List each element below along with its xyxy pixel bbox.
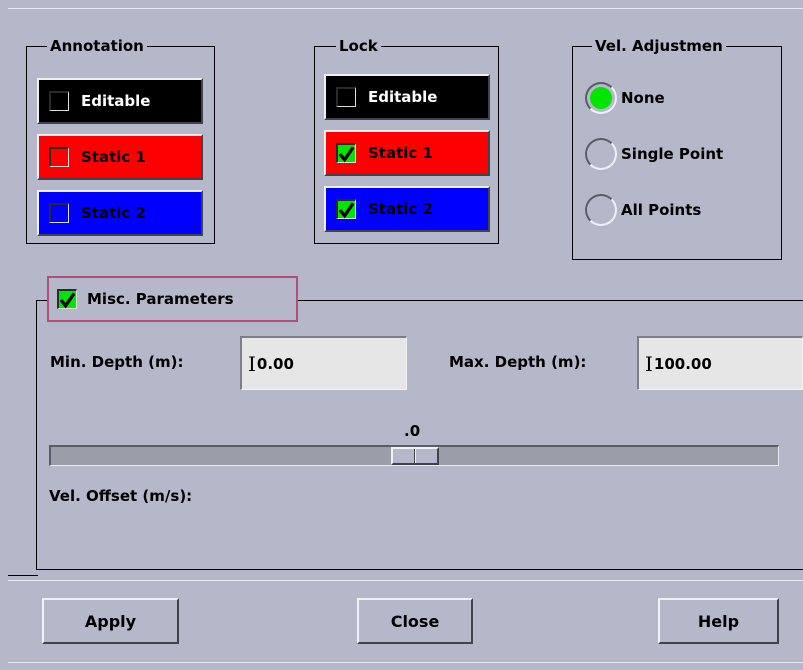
annotation-static-2-label: Static 2: [81, 204, 146, 222]
vel-adjustment-option-none[interactable]: None: [585, 82, 665, 114]
annotation-editable-checkbox[interactable]: [49, 91, 69, 111]
lock-option-static-2[interactable]: Static 2: [324, 186, 490, 232]
vel-offset-label: Vel. Offset (m/s):: [49, 487, 193, 505]
apply-button[interactable]: Apply: [42, 598, 179, 644]
max-depth-label: Max. Depth (m):: [449, 353, 587, 371]
annotation-editable-label: Editable: [81, 92, 151, 110]
bottom-divider: [8, 662, 803, 663]
misc-parameters-checkbox[interactable]: [57, 289, 77, 309]
lock-option-editable[interactable]: Editable: [324, 74, 490, 120]
max-depth-value: 100.00: [653, 354, 712, 373]
misc-parameters-label: Misc. Parameters: [87, 290, 234, 308]
lock-editable-checkbox[interactable]: [336, 87, 356, 107]
misc-parameters-toggle[interactable]: Misc. Parameters: [47, 276, 298, 322]
all-points-label: All Points: [621, 201, 702, 219]
vel-adjustment-title: Vel. Adjustmen: [592, 37, 726, 55]
close-button[interactable]: Close: [357, 598, 473, 644]
none-radio[interactable]: [585, 82, 617, 114]
max-depth-input[interactable]: I 100.00: [637, 336, 803, 390]
radio-selected-dot: [590, 87, 612, 109]
min-depth-value: 0.00: [256, 354, 294, 373]
top-divider: [8, 8, 803, 9]
lock-option-static-1[interactable]: Static 1: [324, 130, 490, 176]
help-button[interactable]: Help: [658, 598, 779, 644]
lock-static-2-checkbox[interactable]: [336, 199, 356, 219]
checkmark-icon: [338, 201, 355, 218]
button-bar-top-divider: [8, 580, 803, 581]
slider-thumb[interactable]: [391, 447, 439, 465]
annotation-option-static-1[interactable]: Static 1: [37, 134, 203, 180]
lock-static-1-checkbox[interactable]: [336, 143, 356, 163]
vel-adjustment-option-all-points[interactable]: All Points: [585, 194, 701, 226]
annotation-option-editable[interactable]: Editable: [37, 78, 203, 124]
all-points-radio[interactable]: [585, 194, 617, 226]
lock-editable-label: Editable: [368, 88, 438, 106]
annotation-title: Annotation: [47, 37, 147, 55]
checkmark-icon: [338, 145, 355, 162]
text-cursor-icon: I: [645, 351, 653, 376]
annotation-static-2-checkbox[interactable]: [49, 203, 69, 223]
slider-thumb-notch: [414, 449, 416, 463]
min-depth-label: Min. Depth (m):: [50, 353, 184, 371]
vel-offset-slider[interactable]: [49, 445, 779, 466]
slider-value: .0: [404, 422, 421, 440]
annotation-option-static-2[interactable]: Static 2: [37, 190, 203, 236]
misc-parameters-checkbox-frame: [49, 289, 77, 309]
annotation-static-1-label: Static 1: [81, 148, 146, 166]
lock-title: Lock: [336, 37, 381, 55]
checkmark-icon: [59, 291, 76, 308]
text-cursor-icon: I: [248, 351, 256, 376]
lock-static-2-label: Static 2: [368, 200, 433, 218]
none-label: None: [621, 89, 665, 107]
min-depth-input[interactable]: I 0.00: [240, 336, 407, 390]
lock-static-1-label: Static 1: [368, 144, 433, 162]
annotation-static-1-checkbox[interactable]: [49, 147, 69, 167]
single-point-radio[interactable]: [585, 138, 617, 170]
vel-adjustment-option-single-point[interactable]: Single Point: [585, 138, 723, 170]
left-separator: [8, 575, 38, 576]
single-point-label: Single Point: [621, 145, 724, 163]
